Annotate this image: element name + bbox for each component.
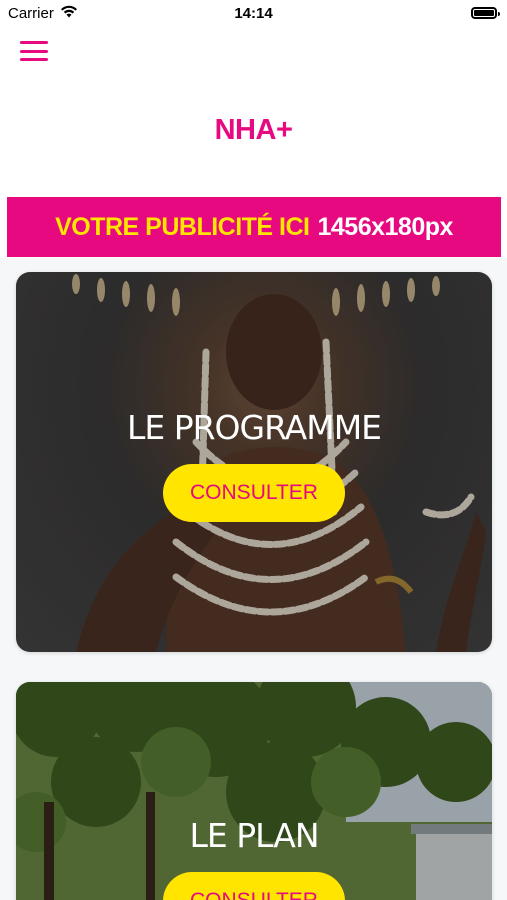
ad-banner-text: VOTRE PUBLICITÉ ICI [55,212,310,241]
ad-banner-size: 1456x180px [317,212,454,241]
card-title-plan: LE PLAN [189,816,319,855]
status-time: 14:14 [234,5,273,22]
consult-plan-button[interactable]: CONSULTER [163,872,345,900]
menu-line [20,49,48,53]
consult-program-button[interactable]: CONSULTER [163,464,345,522]
battery-icon [471,7,500,19]
card-program[interactable]: LE PROGRAMME CONSULTER [16,272,492,652]
card-plan[interactable]: LE PLAN CONSULTER [16,682,492,900]
app-title: NHA+ [214,114,293,146]
card-overlay [16,682,492,900]
menu-line [20,58,48,61]
card-title-program: LE PROGRAMME [126,408,382,447]
menu-line [20,41,48,44]
card-overlay [16,272,492,652]
ad-banner[interactable]: VOTRE PUBLICITÉ ICI 1456x180px [7,197,501,257]
card-list[interactable]: LE PROGRAMME CONSULTER LE PLAN CONSULTER [0,258,507,900]
status-bar: Carrier 14:14 [0,0,507,28]
hamburger-menu-icon[interactable] [20,38,48,64]
